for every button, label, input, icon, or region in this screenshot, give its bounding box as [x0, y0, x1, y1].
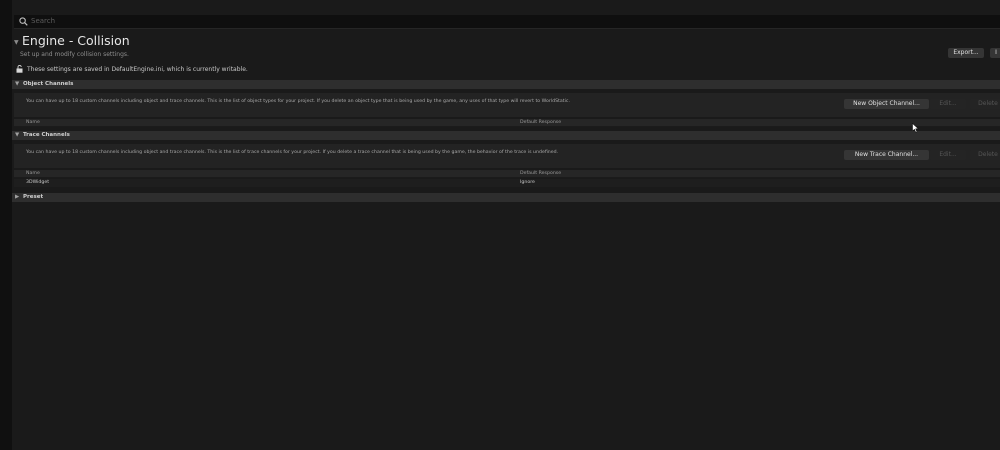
object-channels-header[interactable]: ▼ Object Channels — [12, 80, 1000, 89]
new-object-channel-button[interactable]: New Object Channel... — [844, 99, 929, 109]
preset-label: Preset — [23, 194, 44, 200]
delete-object-channel-button[interactable]: Delete — [970, 99, 1000, 109]
table-row[interactable]: 3DWidget Ignore — [14, 179, 1000, 187]
trace-channels-column-header: Name Default Response — [14, 170, 1000, 178]
triangle-down-icon: ▼ — [15, 132, 20, 138]
edit-trace-channel-button[interactable]: Edit... — [930, 150, 966, 160]
object-channels-column-header: Name Default Response — [14, 119, 1000, 127]
trace-channel-name: 3DWidget — [26, 180, 50, 185]
triangle-down-icon: ▼ — [15, 81, 20, 87]
edit-object-channel-button[interactable]: Edit... — [930, 99, 966, 109]
collapse-triangle-icon[interactable]: ▼ — [14, 39, 19, 46]
trace-channels-header[interactable]: ▼ Trace Channels — [12, 131, 1000, 140]
search-icon — [19, 17, 28, 26]
new-trace-channel-button[interactable]: New Trace Channel... — [844, 150, 929, 160]
mouse-cursor-icon — [912, 123, 919, 133]
delete-trace-channel-button[interactable]: Delete — [970, 150, 1000, 160]
import-button[interactable]: I — [990, 48, 1000, 58]
name-column-header: Name — [26, 120, 40, 125]
preset-header[interactable]: ▶ Preset — [12, 193, 1000, 202]
search-bar[interactable]: Search — [14, 15, 1000, 29]
triangle-right-icon: ▶ — [15, 194, 20, 200]
left-gutter — [0, 0, 12, 450]
trace-channels-label: Trace Channels — [23, 132, 70, 138]
unlock-icon — [16, 65, 23, 73]
trace-channels-description: You can have up to 18 custom channels in… — [26, 150, 559, 155]
trace-channel-default-response: Ignore — [520, 180, 535, 185]
page-title: Engine - Collision — [22, 33, 130, 48]
export-button[interactable]: Export... — [948, 48, 984, 58]
settings-panel: Search ▼ Engine - Collision Set up and m… — [12, 0, 1000, 450]
object-channels-label: Object Channels — [23, 81, 74, 87]
name-column-header: Name — [26, 171, 40, 176]
object-channels-description: You can have up to 18 custom channels in… — [26, 99, 570, 104]
saved-notice-text: These settings are saved in DefaultEngin… — [27, 66, 248, 73]
default-response-column-header: Default Response — [520, 171, 562, 176]
search-input[interactable]: Search — [31, 16, 55, 27]
page-subtitle: Set up and modify collision settings. — [20, 51, 129, 58]
default-response-column-header: Default Response — [520, 120, 562, 125]
